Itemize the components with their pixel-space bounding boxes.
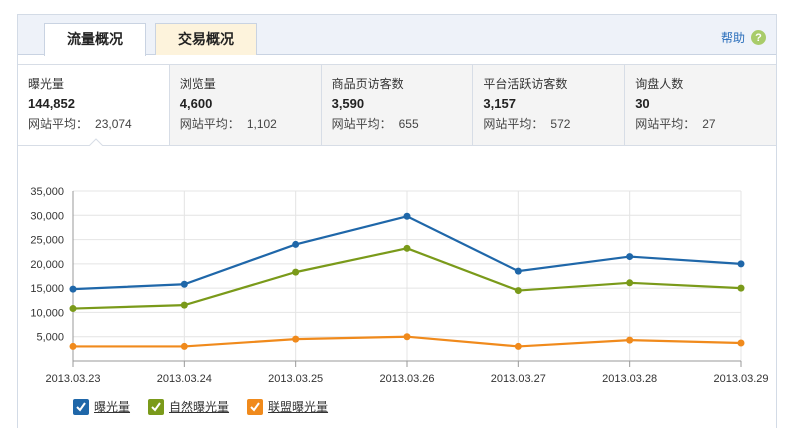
x-tick-label: 2013.03.24	[157, 373, 212, 385]
x-tick-label: 2013.03.25	[268, 373, 323, 385]
x-tick-label: 2013.03.29	[713, 373, 768, 385]
y-tick-label: 35,000	[30, 186, 64, 198]
checkbox-checked-icon[interactable]	[247, 398, 264, 415]
series-point-2	[69, 305, 77, 313]
series-point-1	[403, 212, 411, 220]
exposure-line-chart: 5,000 10,000 15,000 20,000 25,000 30,000 35,00…	[30, 186, 768, 385]
series-point-1	[180, 280, 188, 288]
y-tick-label: 20,000	[30, 259, 64, 271]
series-point-2	[626, 279, 634, 287]
series-point-1	[626, 253, 634, 261]
checkbox-checked-icon[interactable]	[73, 398, 89, 415]
series-point-2	[292, 268, 300, 276]
x-tick-label: 2013.03.28	[602, 373, 657, 385]
series-point-3	[69, 342, 77, 350]
y-tick-label: 5,000	[36, 332, 64, 344]
series-point-3	[292, 335, 300, 343]
x-tick-label: 2013.03.23	[45, 373, 100, 385]
x-tick-label: 2013.03.27	[491, 373, 546, 385]
legend-label: 联盟曝光量	[268, 400, 329, 414]
series-point-3	[737, 339, 745, 347]
y-tick-label: 10,000	[30, 307, 64, 319]
series-point-1	[514, 267, 522, 275]
series-point-2	[180, 301, 188, 309]
y-tick-label: 30,000	[30, 210, 64, 222]
x-tick-label: 2013.03.26	[379, 373, 434, 385]
series-point-3	[626, 336, 634, 344]
series-point-2	[737, 284, 745, 292]
checkbox-checked-icon[interactable]	[148, 398, 165, 415]
series-point-3	[180, 342, 188, 350]
y-tick-label: 15,000	[30, 283, 64, 295]
legend-item-3[interactable]: 联盟曝光量	[247, 398, 328, 415]
series-point-1	[292, 240, 300, 248]
series-point-2	[514, 287, 522, 295]
y-tick-label: 25,000	[30, 235, 64, 247]
series-point-3	[403, 333, 411, 341]
legend-item-1[interactable]: 曝光量	[73, 398, 130, 415]
series-point-1	[737, 260, 745, 268]
legend-label: 自然曝光量	[169, 400, 230, 414]
chart-legend: 曝光量 自然曝光量 联盟曝光量	[73, 398, 328, 415]
legend-item-2[interactable]: 自然曝光量	[148, 398, 229, 415]
legend-label: 曝光量	[94, 400, 131, 414]
series-point-3	[514, 342, 522, 350]
series-point-2	[403, 244, 411, 252]
series-point-1	[69, 285, 77, 293]
